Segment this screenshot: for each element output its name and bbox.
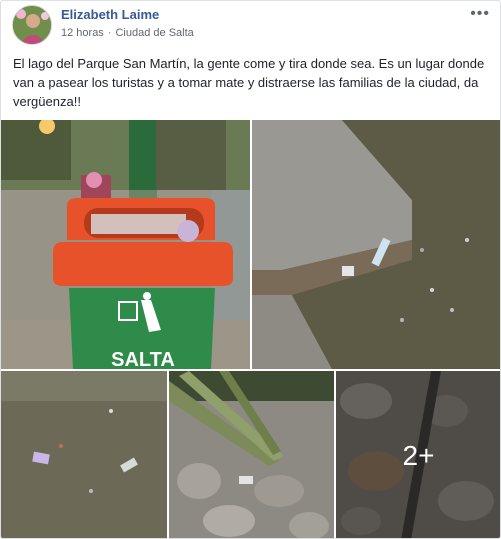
photo-water-trash[interactable] <box>1 371 167 538</box>
bin-label: SALTA <box>111 349 175 369</box>
author-name[interactable]: Elizabeth Laime <box>61 7 159 22</box>
avatar[interactable] <box>12 5 52 45</box>
post-header: Elizabeth Laime 12 horas · Ciudad de Salta… <box>1 1 500 49</box>
photo-palm-stones[interactable] <box>169 371 334 538</box>
photo-more[interactable]: 2+ <box>336 371 500 538</box>
more-photos-overlay[interactable]: 2+ <box>336 371 500 538</box>
more-options-icon[interactable]: ••• <box>470 5 490 23</box>
post-location[interactable]: Ciudad de Salta <box>115 27 193 39</box>
meta-separator: · <box>107 27 112 39</box>
post-text: El lago del Parque San Martín, la gente … <box>13 56 485 109</box>
post-card: Elizabeth Laime 12 horas · Ciudad de Salta… <box>0 0 501 539</box>
post-time[interactable]: 12 horas <box>61 27 104 39</box>
photo-trash-bin[interactable]: SALTA <box>1 120 250 369</box>
more-photos-count: 2+ <box>402 439 435 471</box>
post-meta: 12 horas · Ciudad de Salta <box>61 27 194 39</box>
photo-lake-edge[interactable] <box>252 120 500 369</box>
